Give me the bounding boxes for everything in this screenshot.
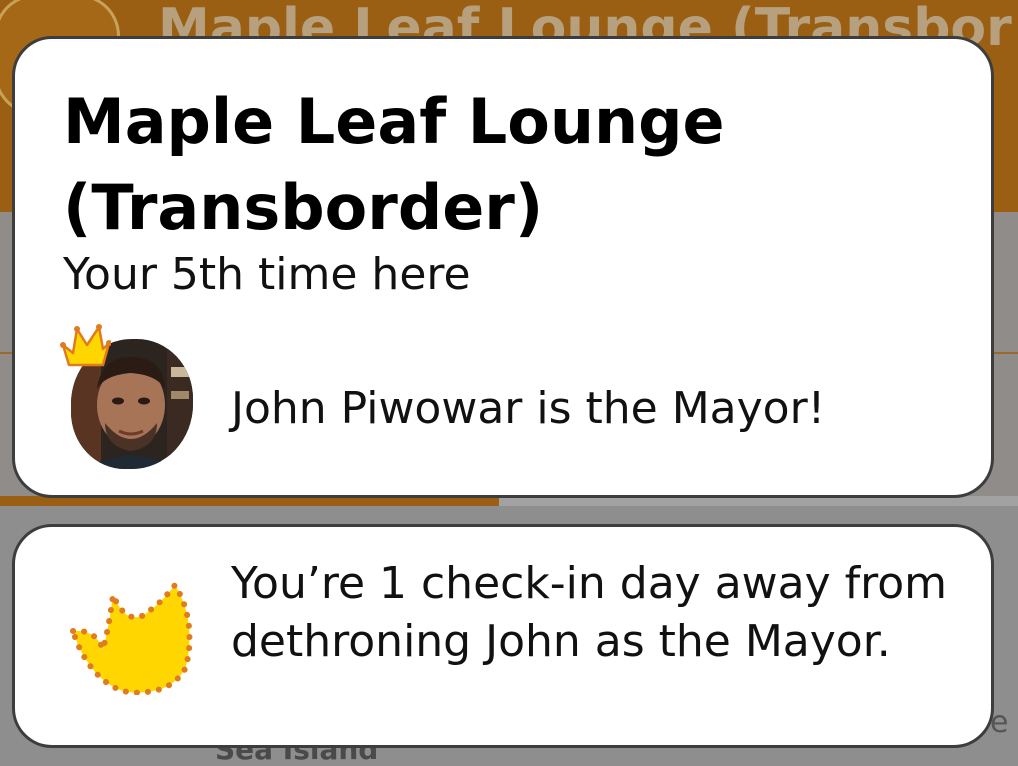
mayor-progress-card: You’re 1 check-in day away from dethroni… xyxy=(12,524,994,748)
mayor-crown-icon xyxy=(59,323,112,373)
venue-card: Maple Leaf Lounge (Transborder) Your 5th… xyxy=(12,36,994,498)
dethrone-message: You’re 1 check-in day away from dethroni… xyxy=(231,558,948,667)
crown-icon xyxy=(65,575,197,699)
mayor-status-text: John Piwowar is the Mayor! xyxy=(231,383,826,434)
visit-count-text: Your 5th time here xyxy=(63,249,471,300)
venue-title: Maple Leaf Lounge (Transborder) xyxy=(63,85,725,244)
